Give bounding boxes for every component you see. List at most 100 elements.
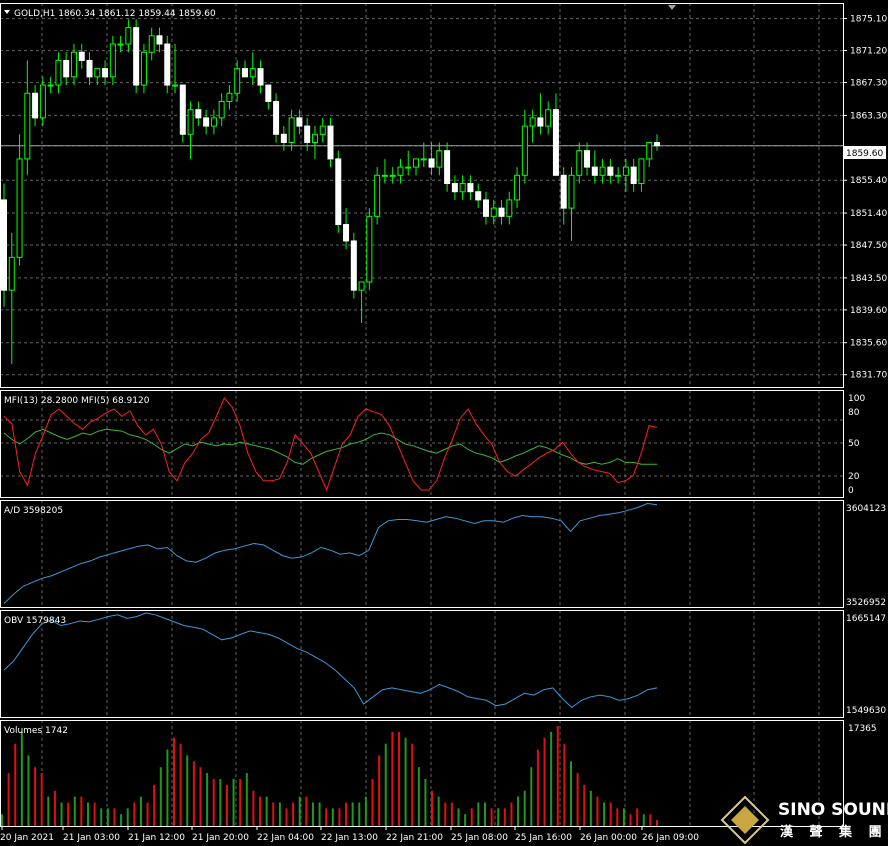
candle-body [343, 224, 350, 242]
candle-body [304, 125, 311, 143]
panel-frame-main [0, 3, 844, 388]
candle-body [366, 215, 373, 283]
candle-body [638, 158, 645, 185]
candle-body [156, 35, 163, 45]
candle-body [498, 207, 505, 217]
trading-chart[interactable]: 1875.10 1871.20 1867.30 1863.30 1855.40 1851.… [0, 0, 888, 846]
candle-body [179, 84, 186, 135]
candle-body [591, 166, 598, 176]
candle-body [78, 51, 85, 61]
grid-lines [0, 3, 843, 826]
candle-body [210, 117, 217, 127]
candle-body [140, 51, 147, 86]
candle-body [1, 199, 7, 291]
ad-title: A/D 3598205 [4, 506, 63, 516]
time-axis-label: 22 Jan 04:00 [257, 833, 314, 843]
obv-line [3, 612, 658, 709]
volume-bars [1, 726, 658, 826]
candle-body [117, 43, 124, 46]
panel-frame-obv [0, 610, 844, 718]
candle-body [646, 141, 653, 160]
candle-body [16, 158, 23, 258]
price-axis-label: 1843.50 [850, 274, 887, 284]
candle-body [584, 150, 591, 168]
candle-body [490, 207, 497, 217]
time-axis-label: 26 Jan 09:00 [642, 833, 699, 843]
time-axis-label: 26 Jan 00:00 [580, 833, 637, 843]
price-axis-label: 1863.30 [850, 111, 887, 121]
candle-body [420, 158, 427, 161]
candle-body [358, 281, 365, 291]
candle-body [521, 125, 528, 176]
candle-body [226, 92, 233, 102]
chart-shift-icon[interactable] [668, 5, 676, 10]
candle-body [311, 133, 318, 143]
candle-body [537, 117, 544, 127]
candle-body [187, 109, 194, 135]
candle-body [148, 35, 155, 53]
mfi13-line [3, 428, 657, 465]
price-axis-label: 1831.70 [850, 371, 887, 381]
candle-body [405, 166, 412, 169]
candlestick-series [1, 19, 660, 365]
candle-body [428, 158, 435, 168]
candle-body [622, 166, 629, 176]
mfi-scale-label: 50 [848, 439, 860, 449]
panel-frame-ad [0, 500, 844, 608]
candle-body [296, 117, 303, 127]
candle-body [444, 150, 451, 185]
time-axis-label: 22 Jan 13:00 [321, 833, 378, 843]
candle-body [63, 59, 70, 78]
candle-body [630, 166, 637, 185]
price-axis-label: 1871.20 [850, 47, 887, 57]
candle-body [280, 133, 287, 143]
price-axis-label: 1867.30 [850, 79, 887, 89]
candle-body [195, 109, 202, 119]
panel-frames [0, 3, 844, 827]
candle-body [94, 68, 101, 78]
candle-body [615, 174, 622, 177]
obv-indicator [3, 612, 658, 709]
candle-body [133, 27, 140, 86]
ad-scale-top: 3604123 [846, 504, 886, 514]
candle-body [568, 174, 575, 209]
vol-scale-top: 17365 [848, 724, 877, 734]
current-price-label: 1859.60 [846, 149, 883, 159]
candle-body [55, 59, 62, 86]
mfi-scale-label: 20 [848, 472, 860, 482]
sino-sound-logo: SINO SOUND 漢 聲 集 團 [720, 795, 888, 845]
candle-body [241, 68, 248, 78]
candle-body [327, 125, 334, 160]
ad-line [3, 502, 658, 604]
time-axis-label: 21 Jan 20:00 [192, 833, 249, 843]
candle-body [39, 84, 46, 119]
candle-body [381, 174, 388, 177]
candle-body [529, 117, 536, 127]
candle-body [335, 158, 342, 226]
mfi-title: MFI(13) 28.2800 MFI(5) 68.9120 [4, 396, 150, 406]
ad-indicator [3, 502, 658, 604]
candle-body [86, 59, 93, 78]
candle-body [288, 117, 295, 143]
candle-body [265, 84, 272, 102]
candle-body [273, 100, 280, 135]
time-axis-label: 25 Jan 16:00 [515, 833, 572, 843]
time-axis-label: 25 Jan 08:00 [451, 833, 508, 843]
candle-body [109, 43, 116, 78]
candle-body [599, 166, 606, 176]
price-axis-label: 1847.50 [850, 241, 887, 251]
menu-triangle-icon[interactable] [4, 10, 10, 14]
candle-body [350, 240, 357, 291]
candle-body [172, 84, 179, 87]
candle-body [319, 125, 326, 135]
candle-body [451, 183, 458, 193]
price-axis-label: 1851.40 [850, 209, 887, 219]
obv-scale-top: 1665147 [846, 614, 886, 624]
candle-body [467, 183, 474, 193]
obv-scale-bottom: 1549630 [846, 706, 886, 716]
candle-body [32, 92, 39, 119]
candle-body [257, 68, 264, 86]
candle-body [654, 141, 660, 147]
mfi-scale-label: 80 [848, 408, 860, 418]
candle-body [413, 158, 420, 168]
